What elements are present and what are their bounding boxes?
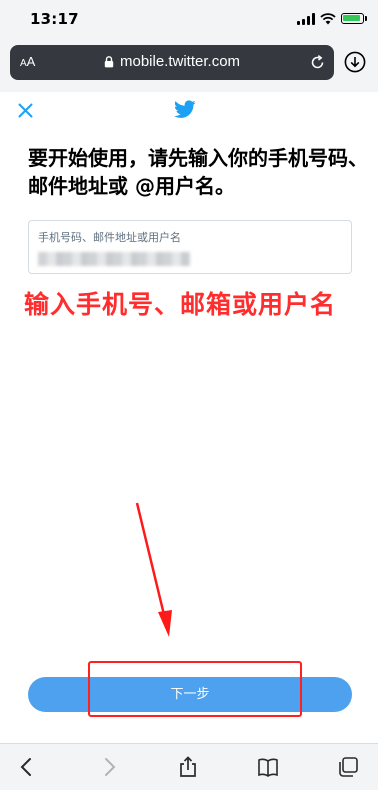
download-icon[interactable] (344, 51, 366, 73)
blurred-input-value (38, 252, 190, 266)
lock-icon (104, 56, 114, 68)
twitter-bird-icon (174, 100, 196, 118)
back-icon[interactable] (16, 756, 38, 778)
text-size-button[interactable]: AA (20, 54, 35, 69)
battery-tip (365, 16, 367, 21)
url-text[interactable]: mobile.twitter.com (120, 53, 240, 70)
page-heading: 要开始使用，请先输入你的手机号码、邮件地址或 @用户名。 (28, 146, 368, 198)
reload-icon[interactable] (309, 54, 326, 71)
address-bar[interactable]: AA mobile.twitter.com (10, 45, 334, 80)
username-input[interactable]: 手机号码、邮件地址或用户名 (28, 220, 352, 274)
status-time: 13:17 (30, 10, 79, 28)
close-icon[interactable] (18, 103, 33, 118)
forward-icon[interactable] (98, 756, 120, 778)
bookmarks-icon[interactable] (257, 756, 279, 778)
input-label: 手机号码、邮件地址或用户名 (38, 231, 181, 244)
tabs-icon[interactable] (337, 756, 359, 778)
browser-toolbar (0, 743, 378, 790)
annotation-text: 输入手机号、邮箱或用户名 (24, 290, 337, 319)
cellular-signal-icon (297, 13, 317, 25)
wifi-icon (320, 13, 336, 25)
status-bar: 13:17 (0, 0, 378, 36)
red-highlight-frame (88, 661, 302, 717)
browser-top-bar: 13:17 AA mobile.twitter.com (0, 0, 378, 92)
battery-charging-icon (341, 13, 364, 24)
share-icon[interactable] (177, 756, 199, 778)
